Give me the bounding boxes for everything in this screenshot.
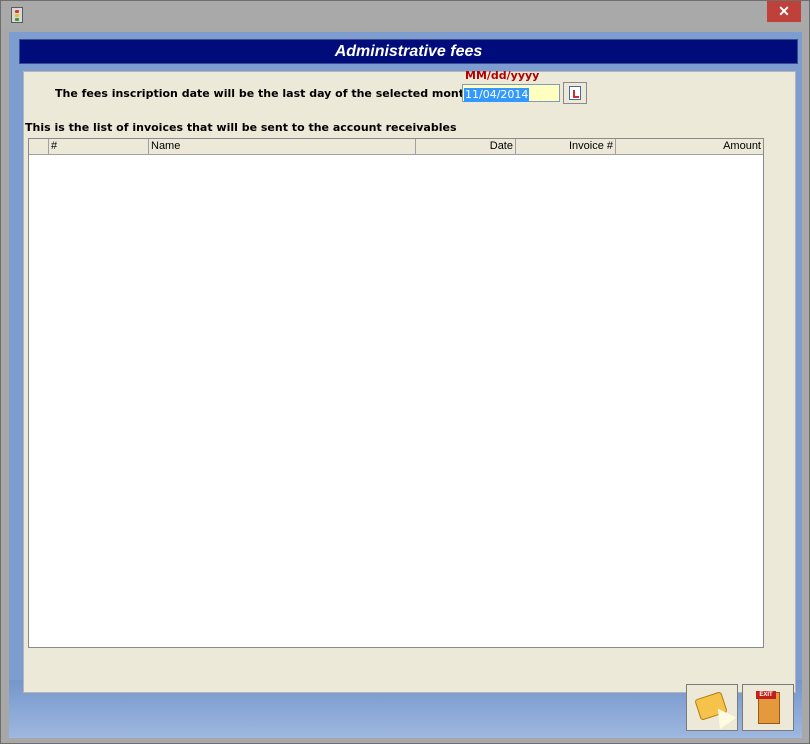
column-header-selector[interactable] [29, 139, 49, 154]
date-caption: The fees inscription date will be the la… [55, 87, 472, 100]
inscription-date-field[interactable]: 11/04/2014 [462, 84, 560, 102]
app-window: ✕ Administrative fees The fees inscripti… [0, 0, 810, 744]
column-header-name[interactable]: Name [149, 139, 416, 154]
column-header-invoice-number[interactable]: Invoice # [516, 139, 616, 154]
calendar-icon [569, 86, 581, 100]
title-bar[interactable]: ✕ [1, 1, 809, 29]
confirm-button[interactable] [686, 684, 738, 731]
close-button[interactable]: ✕ [767, 1, 801, 22]
inscription-date-value: 11/04/2014 [464, 88, 530, 102]
traffic-light-icon [11, 7, 23, 23]
exit-sign: EXIT [756, 691, 776, 699]
column-header-date[interactable]: Date [416, 139, 516, 154]
column-header-amount[interactable]: Amount [616, 139, 763, 154]
invoice-grid[interactable]: # Name Date Invoice # Amount [28, 138, 764, 648]
invoice-list-caption: This is the list of invoices that will b… [25, 121, 457, 134]
date-format-hint: MM/dd/yyyy [465, 69, 540, 82]
column-header-number[interactable]: # [49, 139, 149, 154]
grid-header: # Name Date Invoice # Amount [29, 139, 763, 155]
client-area: Administrative fees The fees inscription… [9, 32, 802, 738]
calendar-button[interactable] [563, 82, 587, 104]
exit-button[interactable]: EXIT [742, 684, 794, 731]
header-band: Administrative fees [19, 39, 798, 64]
page-title: Administrative fees [334, 43, 483, 60]
